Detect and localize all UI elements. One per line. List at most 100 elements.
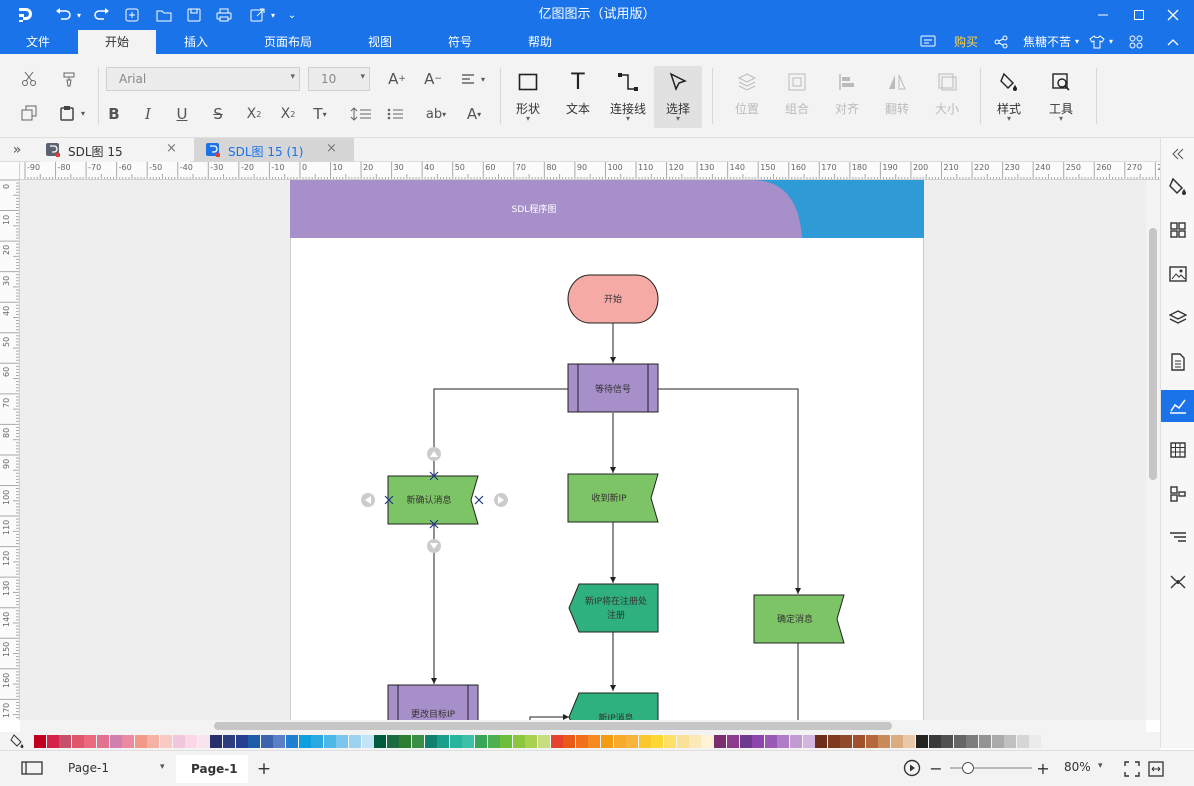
color-swatch[interactable] [475,735,487,748]
close-tab-icon[interactable]: × [326,141,337,156]
select-tool-button[interactable]: 选择 ▾ [654,66,702,128]
layers-icon[interactable] [1161,302,1194,334]
open-folder-icon[interactable] [152,0,176,30]
templates-grid-icon[interactable] [1161,214,1194,246]
start-node[interactable]: 开始 [567,274,659,324]
underline-icon[interactable]: U [170,102,194,126]
tab-sdl-15[interactable]: SDL图 15 × [40,138,190,162]
line-spacing-icon[interactable] [344,102,378,126]
color-swatch[interactable] [802,735,815,748]
style-dropdown-icon[interactable]: ▾ [988,114,1030,123]
shape-dropdown-icon[interactable]: ▾ [506,114,550,123]
cut-icon[interactable] [16,66,42,92]
table-icon[interactable] [1161,434,1194,466]
color-swatch[interactable] [538,735,550,748]
color-swatch[interactable] [575,735,588,748]
color-swatch[interactable] [223,735,235,748]
color-swatch[interactable] [412,735,424,748]
color-swatch[interactable] [890,735,903,748]
color-swatch[interactable] [689,735,702,748]
color-swatch[interactable] [878,735,891,748]
color-swatch[interactable] [827,735,840,748]
text-style-icon[interactable]: T ▾ [308,102,332,126]
color-swatch[interactable] [916,735,928,748]
apps-grid-icon[interactable] [1124,30,1148,54]
superscript-icon[interactable]: X2 [242,102,266,126]
group-label[interactable]: 组合 [776,100,818,117]
horizontal-scroll-thumb[interactable] [214,722,892,730]
color-swatch[interactable] [273,735,286,748]
color-swatch[interactable] [160,735,172,748]
format-painter-icon[interactable] [56,66,82,92]
color-swatch[interactable] [651,735,664,748]
customize-toolbar-icon[interactable]: ⌄ [284,0,300,30]
undo-dropdown-icon[interactable]: ▾ [74,0,84,30]
menu-page-layout[interactable]: 页面布局 [254,30,322,54]
color-swatch[interactable] [626,735,639,748]
tools-icon[interactable] [1046,68,1076,96]
paste-dropdown-icon[interactable]: ▾ [78,106,88,120]
color-swatch[interactable] [147,735,160,748]
align-icon[interactable] [832,68,862,96]
connector-wait-decision[interactable] [658,388,801,594]
color-swatch[interactable] [235,735,248,748]
confirm-message-node[interactable]: 确定消息 [753,594,845,644]
color-swatch[interactable] [1029,735,1042,748]
page-properties-icon[interactable] [1161,346,1194,378]
tshirt-theme-icon[interactable] [1086,30,1108,54]
font-family-select[interactable]: Arial ▾ [106,67,300,91]
collapse-panel-icon[interactable] [1161,138,1194,170]
page-select[interactable]: Page-1 ▾ [60,759,172,779]
flip-label[interactable]: 翻转 [876,100,918,117]
buy-button[interactable]: 购买 [948,30,984,54]
image-icon[interactable] [1161,258,1194,290]
color-swatch[interactable] [928,735,941,748]
color-swatch[interactable] [97,735,109,748]
page-panel-icon[interactable] [20,759,44,777]
position-label[interactable]: 位置 [726,100,768,117]
color-swatch[interactable] [979,735,991,748]
color-swatch[interactable] [424,735,437,748]
change-target-node[interactable]: 更改目标IP [387,684,479,720]
color-swatch[interactable] [638,735,651,748]
color-swatch[interactable] [437,735,450,748]
color-swatch[interactable] [248,735,261,748]
subscript-icon[interactable]: X2 [276,102,300,126]
color-swatch[interactable] [487,735,500,748]
vertical-scroll-thumb[interactable] [1149,228,1157,480]
color-swatch[interactable] [1016,735,1029,748]
color-swatch[interactable] [676,735,689,748]
expand-library-icon[interactable]: » [6,140,28,160]
fit-width-icon[interactable] [1146,759,1166,779]
color-swatch[interactable] [903,735,916,748]
color-swatch[interactable] [764,735,777,748]
color-swatch[interactable] [311,735,324,748]
horizontal-scrollbar[interactable] [20,720,1146,732]
color-swatch[interactable] [59,735,72,748]
color-swatch[interactable] [550,735,563,748]
fill-bucket-icon[interactable] [10,734,26,748]
color-swatch[interactable] [197,735,210,748]
size-label[interactable]: 大小 [926,100,968,117]
undo-icon[interactable] [50,0,76,30]
connector-dropdown-icon[interactable]: ▾ [602,114,654,123]
color-swatch[interactable] [525,735,538,748]
decrease-font-icon[interactable]: A − [420,67,446,91]
color-swatch[interactable] [815,735,828,748]
tab-sdl-15-1[interactable]: SDL图 15 (1) × [194,138,354,162]
color-swatch[interactable] [386,735,399,748]
italic-icon[interactable]: I [136,102,160,126]
size-icon[interactable] [932,68,962,96]
chart-data-icon[interactable] [1161,390,1194,422]
export-icon[interactable] [246,0,270,30]
print-icon[interactable] [212,0,236,30]
shape-icon[interactable] [512,68,544,96]
connector-wait-confirm[interactable] [433,388,568,475]
wait-signal-node[interactable]: 等待信号 [567,363,659,413]
new-ip-message-node[interactable]: 新IP消息 [568,692,659,720]
menu-symbol[interactable]: 符号 [436,30,484,54]
color-swatch[interactable] [336,735,349,748]
zoom-dropdown-icon[interactable]: ▾ [1098,761,1103,771]
color-swatch[interactable] [840,735,853,748]
color-swatch[interactable] [790,735,802,748]
